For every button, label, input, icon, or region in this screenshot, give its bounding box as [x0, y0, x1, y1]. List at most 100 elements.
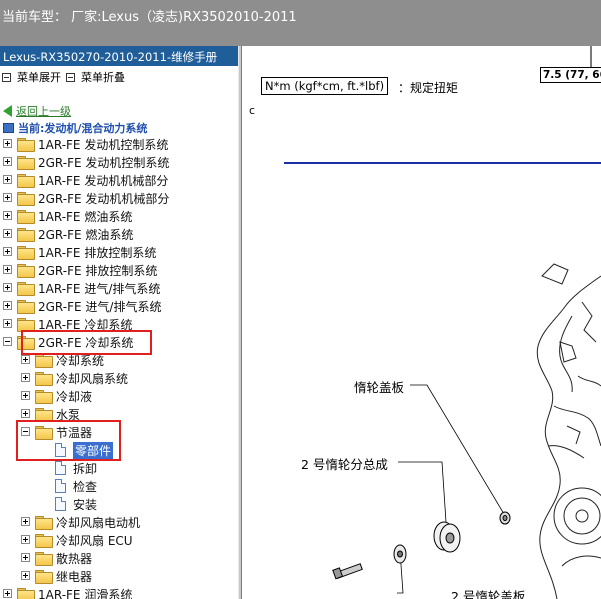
tree-item-system[interactable]: 2GR-FE 发动机控制系统: [0, 153, 238, 171]
part-bolt: [332, 563, 363, 580]
app-window: 当前车型： 厂家:Lexus（凌志)RX3502010-2011 Lexus-R…: [0, 0, 601, 599]
tree-item-label: 冷却风扇系统: [56, 372, 129, 386]
expand-toggle-icon[interactable]: [3, 301, 12, 310]
expand-toggle-icon[interactable]: [3, 265, 12, 274]
collapse-icon: [66, 73, 75, 82]
tree-item-subsystem[interactable]: 冷却风扇电动机: [0, 513, 238, 531]
current-path: 当前:发动机/混合动力系统: [3, 120, 147, 136]
engine-drawing: [536, 46, 601, 599]
page-icon: [55, 479, 66, 493]
expand-toggle-icon[interactable]: [21, 391, 30, 400]
expand-toggle-icon[interactable]: [3, 589, 12, 598]
tree-item-subsystem[interactable]: 冷却风扇系统: [0, 369, 238, 387]
folder-icon: [17, 228, 35, 242]
folder-icon: [35, 408, 53, 422]
folder-icon: [17, 300, 35, 314]
expand-toggle-icon[interactable]: [3, 211, 12, 220]
tree-item-label: 冷却液: [56, 390, 93, 404]
folder-icon: [35, 552, 53, 566]
expand-toggle-icon[interactable]: [3, 157, 12, 166]
expand-toggle-icon[interactable]: [3, 319, 12, 328]
expand-toggle-icon[interactable]: [21, 535, 30, 544]
tree-item-label: 1AR-FE 发动机控制系统: [38, 138, 169, 152]
tree-item-label: 2GR-FE 发动机机械部分: [38, 192, 170, 206]
tree-item-page[interactable]: 检查: [0, 477, 238, 495]
tree-item-system[interactable]: 2GR-FE 进气/排气系统: [0, 297, 238, 315]
tree-item-system[interactable]: 1AR-FE 润滑系统: [0, 585, 238, 599]
expand-menu-label: 菜单展开: [17, 71, 61, 84]
page-icon: [55, 497, 66, 511]
tree-item-system[interactable]: 2GR-FE 排放控制系统: [0, 261, 238, 279]
tree-item-system[interactable]: 1AR-FE 进气/排气系统: [0, 279, 238, 297]
tree-item-system[interactable]: 1AR-FE 排放控制系统: [0, 243, 238, 261]
current-path-label: 当前:发动机/混合动力系统: [18, 122, 148, 135]
expand-toggle-icon[interactable]: [3, 247, 12, 256]
folder-icon: [35, 516, 53, 530]
expand-toggle-icon[interactable]: [21, 517, 30, 526]
torque-unit-box: N*m (kgf*cm, ft.*lbf): [261, 77, 389, 95]
folder-icon: [17, 264, 35, 278]
folder-icon: [35, 354, 53, 368]
tree-item-label: 拆卸: [73, 462, 98, 476]
expand-toggle-icon[interactable]: [21, 409, 30, 418]
tree-item-label: 1AR-FE 燃油系统: [38, 210, 133, 224]
tree-item-label: 继电器: [56, 570, 93, 584]
tree-item-label: 1AR-FE 排放控制系统: [38, 246, 157, 260]
expand-toggle-icon[interactable]: [21, 355, 30, 364]
tree-item-page[interactable]: 安装: [0, 495, 238, 513]
part-idler-cover-2: [393, 544, 407, 564]
back-arrow-icon: [3, 105, 12, 117]
expand-toggle-icon[interactable]: [21, 553, 30, 562]
tree-item-label: 2GR-FE 燃油系统: [38, 228, 134, 242]
callout-idler-cover: 惰轮盖板: [354, 380, 405, 395]
collapse-toggle-icon[interactable]: [3, 337, 12, 346]
folder-icon: [35, 372, 53, 386]
tree-item-system[interactable]: 2GR-FE 发动机机械部分: [0, 189, 238, 207]
expand-toggle-icon[interactable]: [3, 139, 12, 148]
folder-icon: [17, 210, 35, 224]
section-rule: [284, 162, 601, 164]
tree-item-label: 2GR-FE 进气/排气系统: [38, 300, 162, 314]
callout-idler-cover-2: 2 号惰轮盖板: [451, 589, 526, 599]
expand-toggle-icon[interactable]: [3, 193, 12, 202]
highlight-box-cooling-system: [21, 330, 152, 355]
tree-item-system[interactable]: 2GR-FE 燃油系统: [0, 225, 238, 243]
expand-toggle-icon[interactable]: [3, 283, 12, 292]
folder-icon: [17, 246, 35, 260]
tree-item-label: 2GR-FE 排放控制系统: [38, 264, 158, 278]
expand-toggle-icon[interactable]: [3, 229, 12, 238]
collapse-menu-button[interactable]: 菜单折叠: [66, 69, 125, 85]
tree-item-subsystem[interactable]: 冷却风扇 ECU: [0, 531, 238, 549]
part-idler-cover-bolt: [499, 511, 511, 525]
expand-toggle-icon[interactable]: [3, 175, 12, 184]
tree-item-system[interactable]: 1AR-FE 发动机机械部分: [0, 171, 238, 189]
tree-item-page[interactable]: 拆卸: [0, 459, 238, 477]
tree-item-subsystem[interactable]: 散热器: [0, 549, 238, 567]
tree-item-label: 散热器: [56, 552, 93, 566]
computer-icon: [3, 123, 14, 133]
content-panel: N*m (kgf*cm, ft.*lbf) ：规定扭矩 c 7.5 (77, 6…: [242, 46, 601, 599]
folder-icon: [17, 156, 35, 170]
tree-item-label: 1AR-FE 发动机机械部分: [38, 174, 169, 188]
back-link[interactable]: 返回上一级: [3, 103, 71, 119]
folder-icon: [17, 282, 35, 296]
highlight-box-thermostat: [16, 420, 121, 461]
tree-item-subsystem[interactable]: 冷却液: [0, 387, 238, 405]
expand-icon: [2, 73, 11, 82]
symbol-c: c: [249, 104, 256, 117]
tree-item-system[interactable]: 1AR-FE 发动机控制系统: [0, 135, 238, 153]
folder-icon: [35, 390, 53, 404]
tree-item-label: 冷却风扇 ECU: [56, 534, 133, 548]
torque-description: ：规定扭矩: [398, 81, 459, 95]
tree-item-subsystem[interactable]: 继电器: [0, 567, 238, 585]
folder-icon: [17, 138, 35, 152]
tree-item-system[interactable]: 1AR-FE 燃油系统: [0, 207, 238, 225]
expand-menu-button[interactable]: 菜单展开: [2, 69, 61, 85]
folder-icon: [17, 588, 35, 599]
expand-toggle-icon[interactable]: [21, 373, 30, 382]
tree-item-label: 1AR-FE 进气/排气系统: [38, 282, 161, 296]
page-icon: [55, 461, 66, 475]
tree-item-label: 安装: [73, 498, 98, 512]
expand-toggle-icon[interactable]: [21, 571, 30, 580]
torque-spec-box: 7.5 (77, 66 i: [540, 67, 601, 83]
